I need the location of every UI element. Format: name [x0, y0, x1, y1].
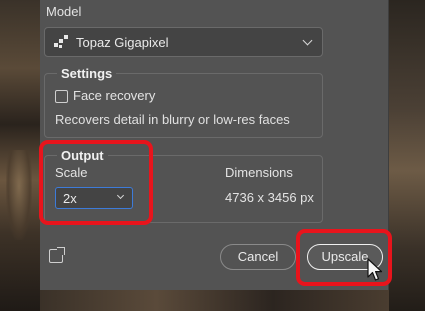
background-photo-right: [389, 0, 425, 311]
cancel-button[interactable]: Cancel: [220, 244, 296, 270]
mouse-pointer-icon: [367, 258, 383, 281]
dimensions-label: Dimensions: [225, 165, 293, 180]
model-label: Model: [46, 4, 82, 19]
settings-group: Settings: [44, 66, 323, 138]
background-photo-bottom: [40, 290, 389, 311]
topaz-export-icon[interactable]: [49, 247, 65, 263]
topaz-logo-icon: [54, 35, 68, 49]
background-photo-left: [0, 0, 40, 311]
chevron-down-icon: [302, 35, 313, 46]
dimensions-value: 4736 x 3456 px: [225, 190, 314, 205]
output-highlight-annotation: [39, 140, 153, 225]
face-recovery-label[interactable]: Face recovery: [73, 88, 155, 103]
settings-title: Settings: [57, 66, 117, 81]
model-dropdown[interactable]: Topaz Gigapixel: [44, 27, 323, 57]
face-recovery-hint: Recovers detail in blurry or low-res fac…: [55, 112, 290, 127]
model-selected-value: Topaz Gigapixel: [76, 34, 169, 50]
face-recovery-checkbox[interactable]: [55, 90, 68, 103]
